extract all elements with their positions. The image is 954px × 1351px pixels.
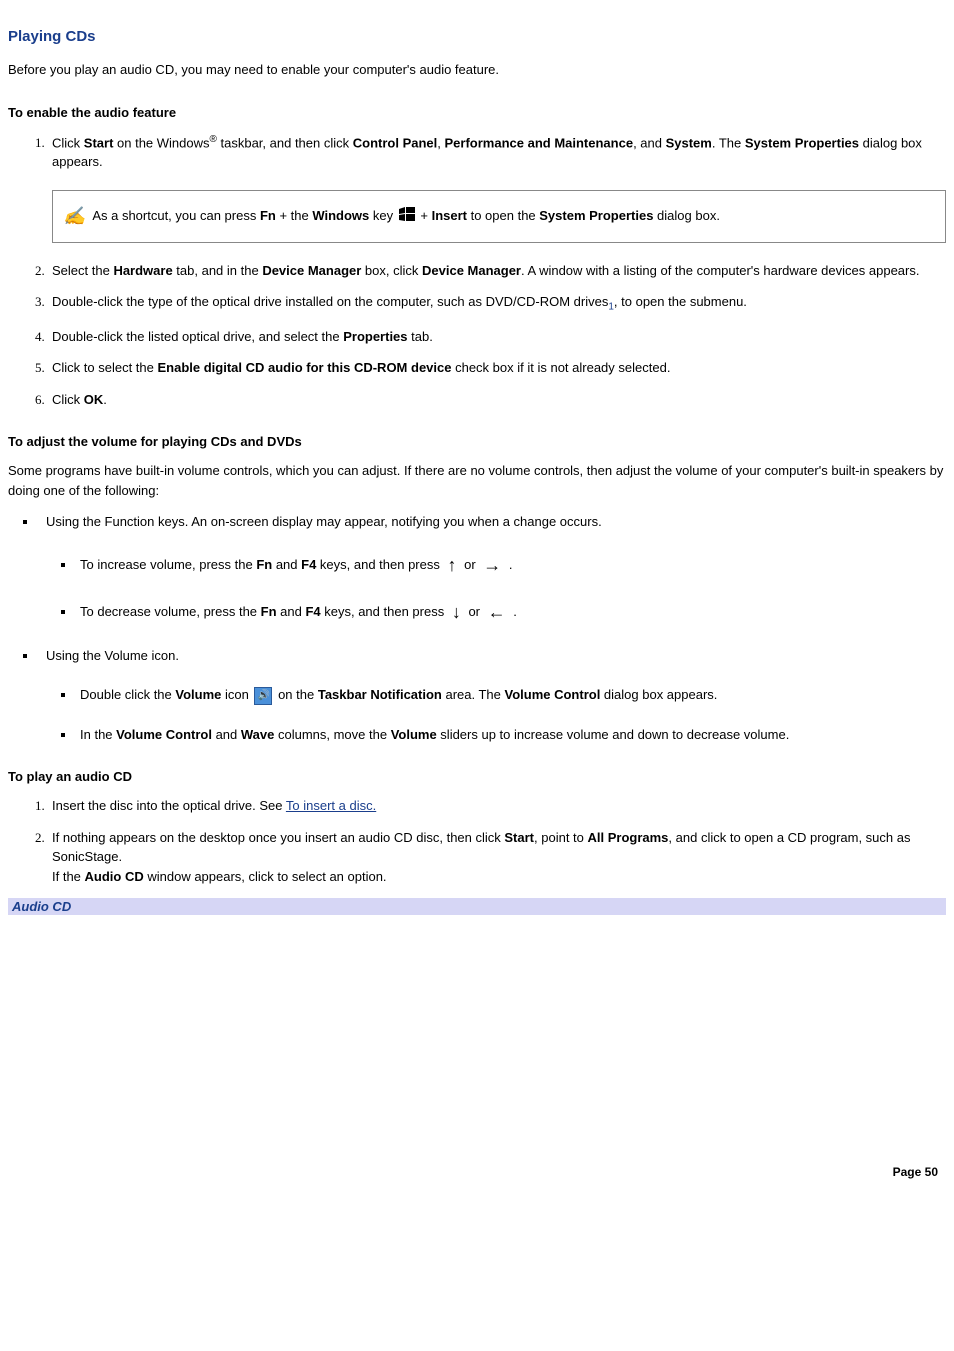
volume-increase-step: To increase volume, press the Fn and F4 … xyxy=(76,552,946,579)
enable-audio-heading: To enable the audio feature xyxy=(8,105,946,120)
volume-method-function-keys: Using the Function keys. An on-screen di… xyxy=(38,512,946,626)
enable-step-1: Click Start on the Windows® taskbar, and… xyxy=(48,132,946,243)
enable-step-3: Double-click the type of the optical dri… xyxy=(48,292,946,315)
play-step-1: Insert the disc into the optical drive. … xyxy=(48,796,946,816)
enable-step-5: Click to select the Enable digital CD au… xyxy=(48,358,946,378)
arrow-right-icon: → xyxy=(483,552,501,579)
volume-decrease-step: To decrease volume, press the Fn and F4 … xyxy=(76,599,946,626)
volume-icon-step: Double click the Volume icon on the Task… xyxy=(76,685,946,705)
volume-tray-icon xyxy=(254,687,272,705)
arrow-left-icon: ← xyxy=(488,599,506,626)
page-number: Page 50 xyxy=(8,1165,946,1179)
play-step-2: If nothing appears on the desktop once y… xyxy=(48,828,946,887)
play-cd-heading: To play an audio CD xyxy=(8,769,946,784)
audio-cd-caption: Audio CD xyxy=(8,898,946,915)
note-icon: ✍ xyxy=(63,203,85,230)
shortcut-note: ✍ As a shortcut, you can press Fn + the … xyxy=(52,190,946,243)
enable-step-6: Click OK. xyxy=(48,390,946,410)
enable-step-4: Double-click the listed optical drive, a… xyxy=(48,327,946,347)
volume-slider-step: In the Volume Control and Wave columns, … xyxy=(76,725,946,745)
adjust-volume-heading: To adjust the volume for playing CDs and… xyxy=(8,434,946,449)
volume-method-icon: Using the Volume icon. Double click the … xyxy=(38,646,946,745)
page-title: Playing CDs xyxy=(8,28,946,45)
insert-disc-link[interactable]: To insert a disc. xyxy=(286,798,376,813)
arrow-up-icon: ↑ xyxy=(447,552,456,579)
volume-intro: Some programs have built-in volume contr… xyxy=(8,461,946,500)
windows-key-icon xyxy=(399,207,415,227)
enable-step-2: Select the Hardware tab, and in the Devi… xyxy=(48,261,946,281)
arrow-down-icon: ↓ xyxy=(452,599,461,626)
intro-paragraph: Before you play an audio CD, you may nee… xyxy=(8,60,946,80)
